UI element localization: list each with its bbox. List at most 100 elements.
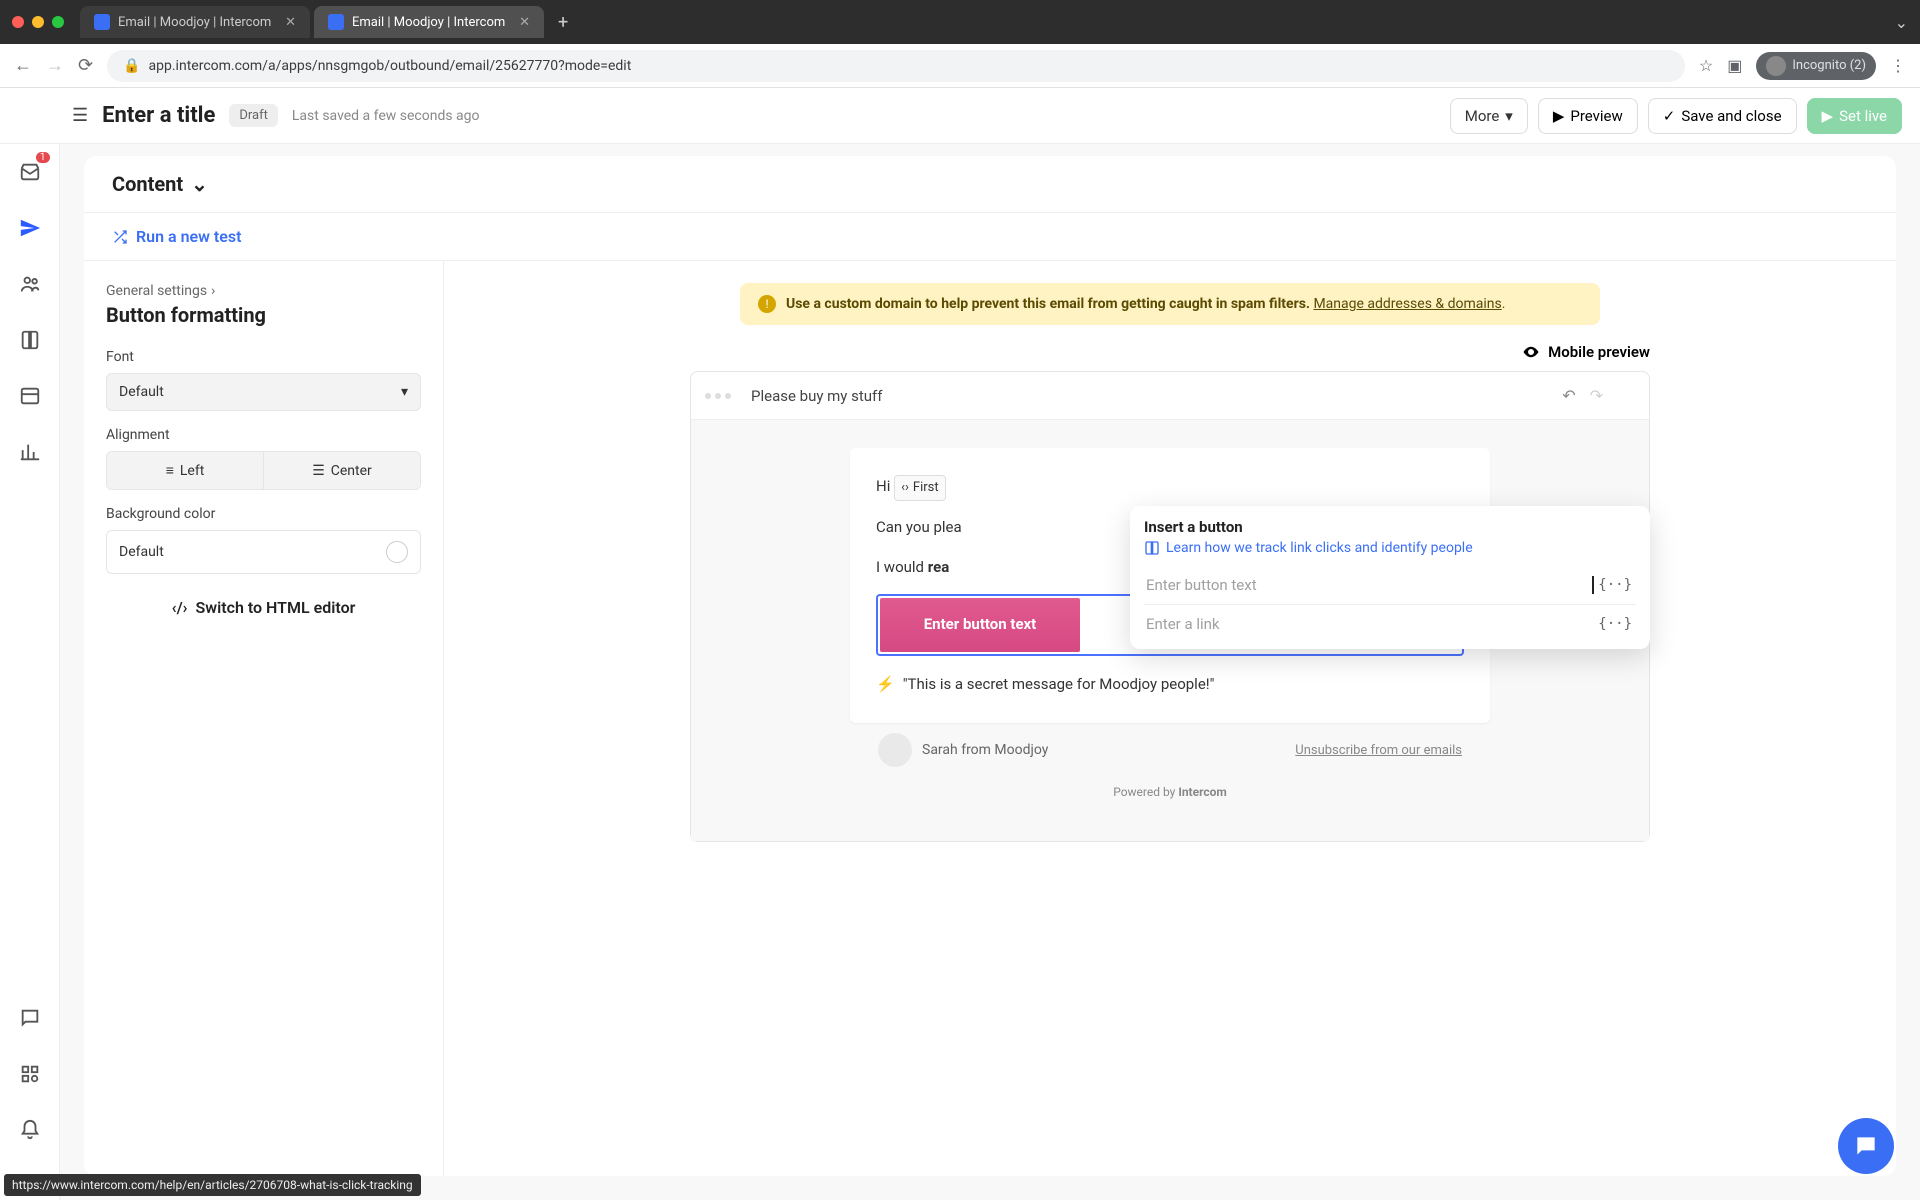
greeting-text: Hi — [876, 477, 894, 495]
notifications-icon[interactable] — [16, 1116, 44, 1144]
bgcolor-input[interactable]: Default — [106, 530, 421, 574]
close-icon[interactable]: ✕ — [519, 15, 530, 30]
badge-count: 1 — [36, 152, 50, 163]
save-and-close-button[interactable]: ✓ Save and close — [1648, 98, 1797, 134]
alignment-label: Alignment — [106, 427, 421, 443]
intercom-favicon-icon — [328, 14, 344, 30]
star-icon[interactable]: ☆ — [1699, 56, 1713, 75]
window-minimize-icon[interactable] — [32, 16, 44, 28]
popover-help-link[interactable]: Learn how we track link clicks and ident… — [1144, 540, 1636, 556]
align-left-button[interactable]: ≡ Left — [107, 452, 264, 489]
sender-name: Sarah from Moodjoy — [922, 742, 1048, 758]
browser-tab-active[interactable]: Email | Moodjoy | Intercom ✕ — [314, 6, 544, 38]
powered-by: Powered by Intercom — [719, 775, 1621, 813]
tab-title: Email | Moodjoy | Intercom — [118, 15, 271, 30]
eye-icon — [1522, 343, 1540, 361]
button-text-input[interactable] — [1144, 566, 1592, 604]
inbox-icon[interactable]: 1 — [16, 158, 44, 186]
mobile-preview-label: Mobile preview — [1548, 343, 1650, 361]
address-bar[interactable]: 🔒 app.intercom.com/a/apps/nnsgmgob/outbo… — [107, 50, 1685, 82]
incognito-label: Incognito (2) — [1792, 58, 1866, 73]
data-icon[interactable] — [16, 382, 44, 410]
preview-button[interactable]: ▶ Preview — [1538, 98, 1638, 134]
breadcrumb[interactable]: General settings › — [106, 283, 421, 299]
code-icon: ‹› — [901, 477, 909, 499]
tab-title: Email | Moodjoy | Intercom — [352, 15, 505, 30]
popover-title: Insert a button — [1144, 518, 1636, 536]
browser-tab[interactable]: Email | Moodjoy | Intercom ✕ — [80, 6, 310, 38]
panel-icon[interactable]: ▣ — [1727, 56, 1742, 75]
new-tab-button[interactable]: + — [548, 6, 578, 39]
section-dropdown[interactable]: Content ⌄ — [84, 156, 1896, 213]
insert-variable-icon[interactable]: {··} — [1594, 577, 1636, 593]
html-editor-label: Switch to HTML editor — [195, 598, 355, 617]
intercom-messenger-fab[interactable] — [1838, 1118, 1894, 1174]
email-subject-input[interactable] — [751, 387, 1562, 405]
powered-prefix: Powered by — [1113, 785, 1178, 799]
back-button[interactable]: ← — [14, 55, 32, 76]
font-value: Default — [119, 384, 164, 400]
font-label: Font — [106, 349, 421, 365]
undo-button[interactable]: ↶ — [1562, 386, 1575, 405]
chevron-down-icon: ▾ — [401, 384, 408, 400]
run-test-link[interactable]: Run a new test — [84, 213, 1896, 261]
save-label: Save and close — [1681, 107, 1781, 125]
kebab-icon[interactable]: ⋮ — [1890, 56, 1906, 75]
browser-status-bar: https://www.intercom.com/help/en/article… — [4, 1174, 421, 1196]
warning-period: . — [1502, 296, 1506, 312]
color-swatch-icon[interactable] — [386, 541, 408, 563]
preview-label: Preview — [1570, 107, 1622, 125]
run-test-label: Run a new test — [136, 227, 242, 246]
font-select[interactable]: Default ▾ — [106, 373, 421, 411]
chevron-down-icon: ⌄ — [191, 172, 208, 196]
incognito-badge[interactable]: Incognito (2) — [1756, 52, 1876, 80]
more-button[interactable]: More ▾ — [1450, 98, 1528, 134]
align-center-button[interactable]: ☰ Center — [264, 452, 420, 489]
insert-button-popover: Insert a button Learn how we track link … — [1130, 506, 1650, 649]
bgcolor-value: Default — [119, 544, 164, 560]
forward-button: → — [46, 55, 64, 76]
token-label: First — [913, 477, 939, 499]
url-text: app.intercom.com/a/apps/nnsgmgob/outboun… — [149, 58, 632, 74]
window-close-icon[interactable] — [12, 16, 24, 28]
merge-token[interactable]: ‹› First — [894, 475, 946, 501]
unsubscribe-link[interactable]: Unsubscribe from our emails — [1295, 743, 1462, 758]
lock-icon: 🔒 — [123, 58, 140, 74]
set-live-button[interactable]: ▶ Set live — [1807, 98, 1902, 134]
outbound-icon[interactable] — [16, 214, 44, 242]
secret-text: "This is a secret message for Moodjoy pe… — [903, 672, 1215, 698]
redo-button[interactable]: ↷ — [1590, 386, 1603, 405]
articles-icon[interactable] — [16, 326, 44, 354]
bgcolor-label: Background color — [106, 506, 421, 522]
incognito-icon — [1766, 56, 1786, 76]
window-zoom-icon[interactable] — [52, 16, 64, 28]
align-center-label: Center — [331, 463, 372, 479]
reports-icon[interactable] — [16, 438, 44, 466]
warning-icon: ! — [758, 295, 776, 313]
sender-avatar — [878, 733, 912, 767]
shuffle-icon — [112, 229, 128, 245]
apps-icon[interactable] — [16, 1060, 44, 1088]
messenger-icon[interactable] — [16, 1004, 44, 1032]
page-title[interactable]: Enter a title — [102, 103, 215, 128]
cta-button[interactable]: Enter button text — [880, 598, 1080, 652]
check-icon: ✓ — [1663, 107, 1676, 125]
reload-button[interactable]: ⟳ — [78, 55, 93, 76]
close-icon[interactable]: ✕ — [285, 15, 296, 30]
manage-domains-link[interactable]: Manage addresses & domains — [1313, 296, 1501, 312]
play-icon: ▶ — [1553, 107, 1565, 125]
menu-icon[interactable]: ☰ — [72, 105, 88, 126]
button-link-input[interactable] — [1144, 605, 1594, 643]
intercom-favicon-icon — [94, 14, 110, 30]
book-icon — [1144, 540, 1160, 556]
drag-handle-icon[interactable] — [705, 393, 731, 399]
chevron-down-icon: ▾ — [1505, 107, 1513, 125]
tabs-dropdown-icon[interactable]: ⌄ — [1895, 13, 1908, 32]
code-icon: ‹/› — [172, 598, 188, 617]
mobile-preview-toggle[interactable]: Mobile preview — [690, 343, 1650, 361]
insert-variable-icon[interactable]: {··} — [1594, 616, 1636, 632]
breadcrumb-label: General settings — [106, 283, 207, 299]
align-left-icon: ≡ — [166, 462, 174, 479]
contacts-icon[interactable] — [16, 270, 44, 298]
html-editor-link[interactable]: ‹/› Switch to HTML editor — [106, 598, 421, 617]
